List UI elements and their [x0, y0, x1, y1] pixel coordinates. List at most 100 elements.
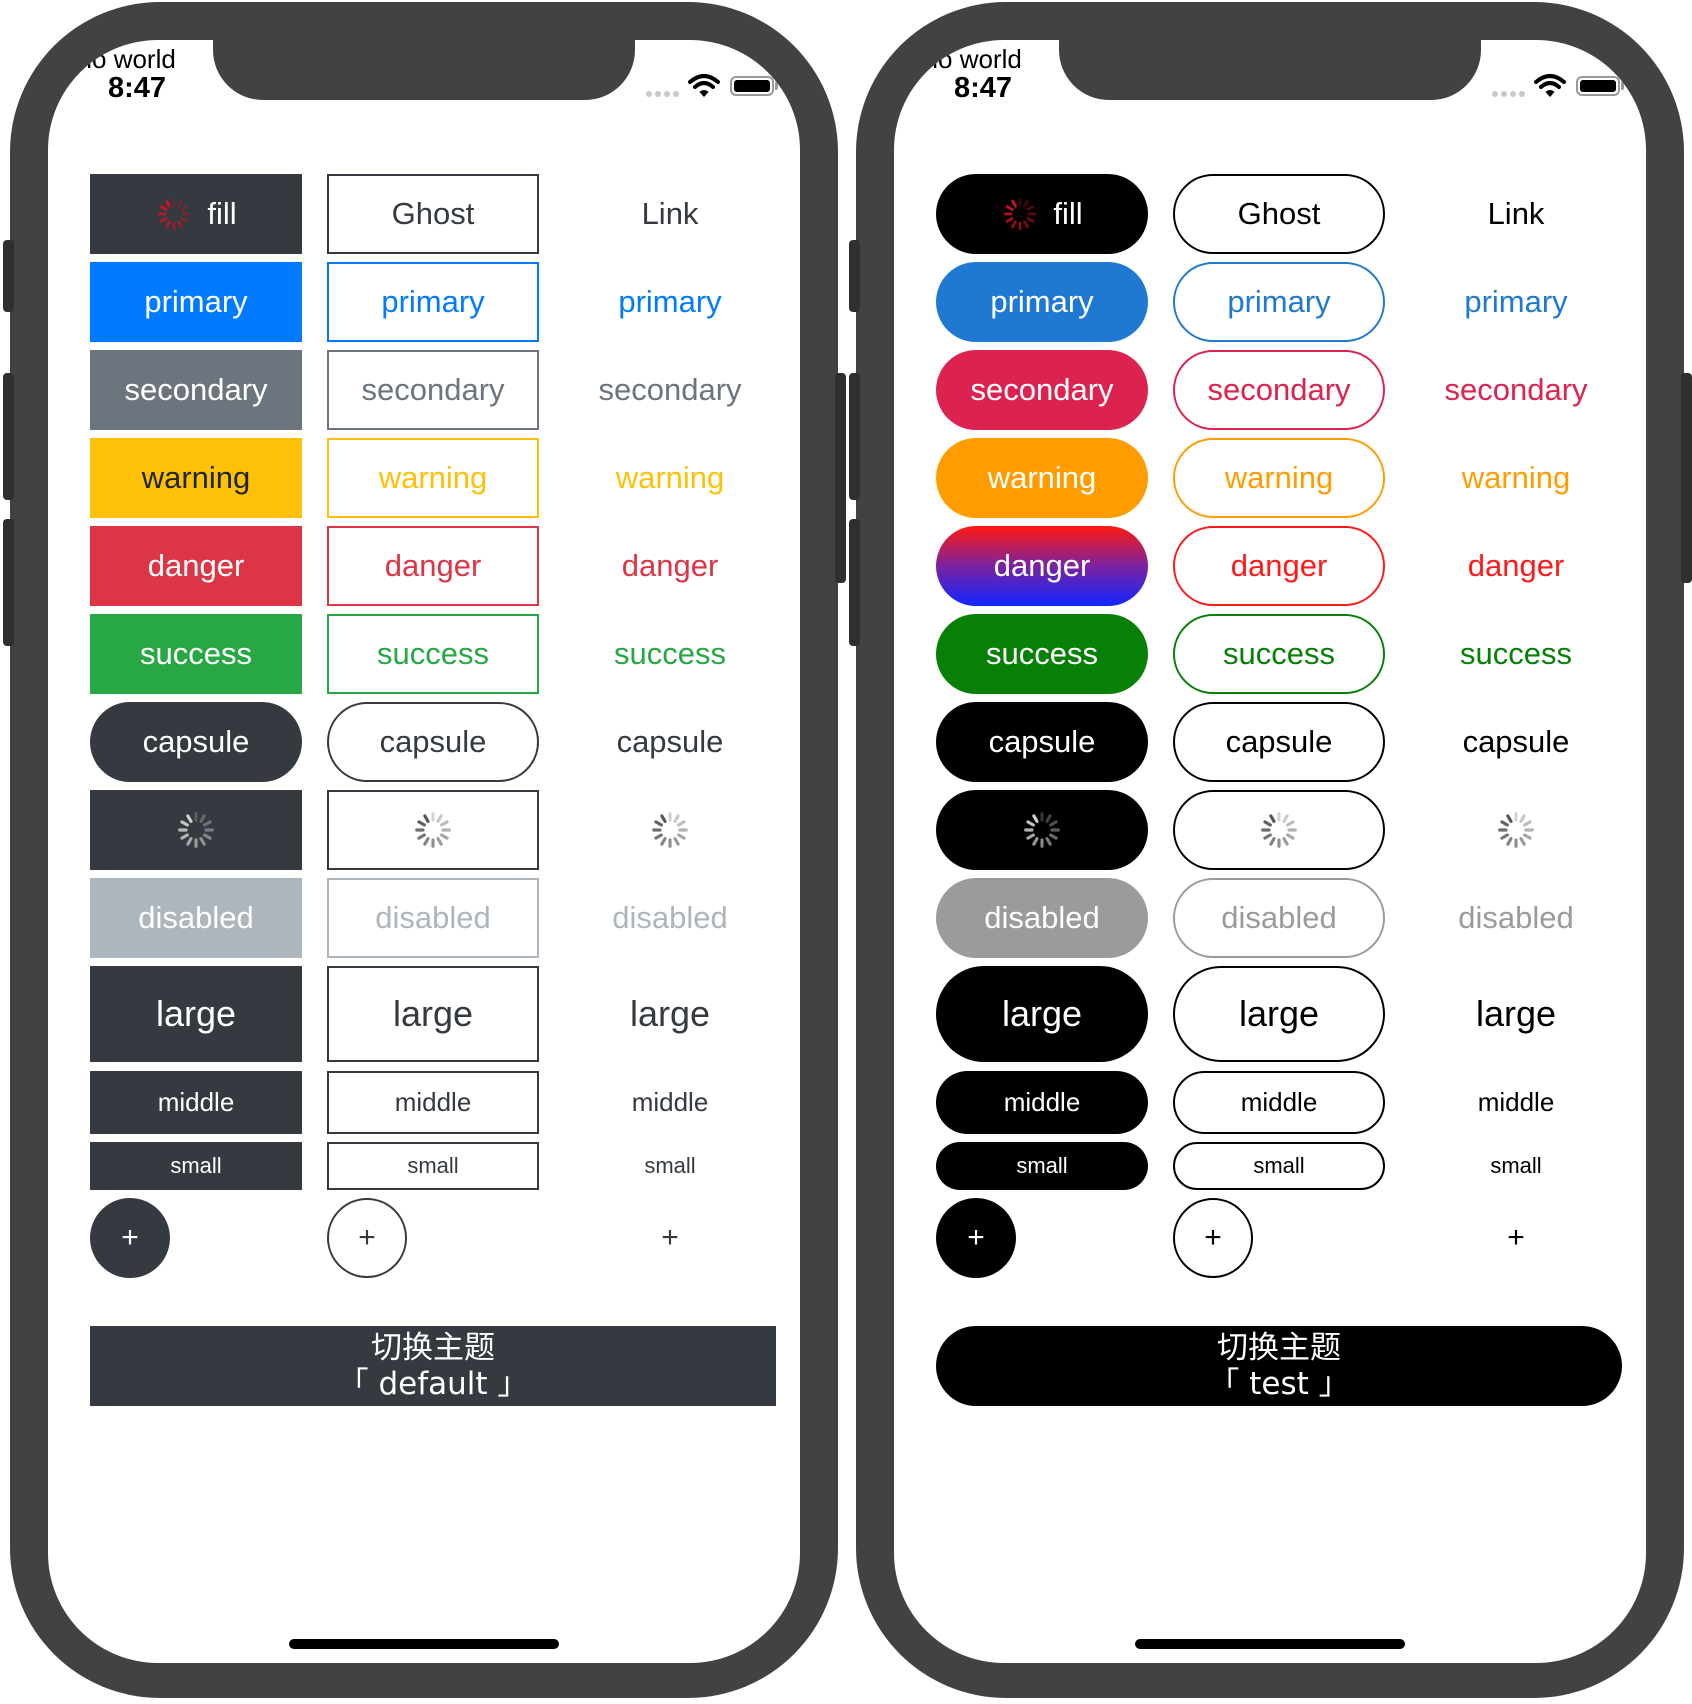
link-secondary-button[interactable]: secondary [564, 350, 776, 430]
link-middle-button[interactable]: middle [564, 1071, 776, 1134]
link-fill-button[interactable]: Link [564, 174, 776, 254]
ghost-loading-button[interactable] [327, 790, 539, 870]
button-label: disabled [375, 900, 491, 935]
fill-add-button[interactable]: + [936, 1198, 1016, 1278]
button-label: disabled [138, 900, 254, 935]
button-label: capsule [988, 724, 1096, 759]
ghost-large-button[interactable]: large [327, 966, 539, 1062]
fill-capsule-button[interactable]: capsule [936, 702, 1148, 782]
fill-disabled-button[interactable]: disabled [936, 878, 1148, 958]
fill-disabled-button[interactable]: disabled [90, 878, 302, 958]
link-capsule-button[interactable]: capsule [564, 702, 776, 782]
link-danger-button[interactable]: danger [564, 526, 776, 606]
fill-warning-button[interactable]: warning [90, 438, 302, 518]
fill-fill-button[interactable]: fill [936, 174, 1148, 254]
link-disabled-button[interactable]: disabled [1410, 878, 1622, 958]
battery-tip [1621, 82, 1624, 90]
ghost-primary-button[interactable]: primary [1173, 262, 1385, 342]
link-warning-button[interactable]: warning [564, 438, 776, 518]
ghost-small-button[interactable]: small [327, 1142, 539, 1190]
home-indicator[interactable] [289, 1639, 559, 1649]
link-add-button[interactable]: + [1476, 1198, 1556, 1278]
link-small-button[interactable]: small [564, 1142, 776, 1190]
ghost-loading-button[interactable] [1173, 790, 1385, 870]
link-primary-button[interactable]: primary [1410, 262, 1622, 342]
fill-danger-button[interactable]: danger [90, 526, 302, 606]
button-label: secondary [124, 372, 268, 407]
ghost-secondary-button[interactable]: secondary [1173, 350, 1385, 430]
ghost-success-button[interactable]: success [1173, 614, 1385, 694]
link-warning-button[interactable]: warning [1410, 438, 1622, 518]
ghost-add-button[interactable]: + [327, 1198, 407, 1278]
plus-icon: + [1204, 1221, 1222, 1254]
link-primary-button[interactable]: primary [564, 262, 776, 342]
switch-theme-button[interactable]: 切换主题「 test 」 [936, 1326, 1622, 1406]
ghost-disabled-button[interactable]: disabled [1173, 878, 1385, 958]
plus-icon: + [358, 1221, 376, 1254]
fill-small-button[interactable]: small [936, 1142, 1148, 1190]
fill-primary-button[interactable]: primary [936, 262, 1148, 342]
fill-middle-button[interactable]: middle [90, 1071, 302, 1134]
ghost-warning-button[interactable]: warning [1173, 438, 1385, 518]
fill-success-button[interactable]: success [936, 614, 1148, 694]
plus-icon: + [121, 1221, 139, 1254]
ghost-small-button[interactable]: small [1173, 1142, 1385, 1190]
screen: ello world 8:47 fill Ghost Link primary primar… [894, 40, 1646, 1663]
fill-large-button[interactable]: large [90, 966, 302, 1062]
button-label: large [1001, 993, 1083, 1034]
fill-secondary-button[interactable]: secondary [90, 350, 302, 430]
button-label: Ghost [1237, 196, 1321, 231]
link-large-button[interactable]: large [564, 966, 776, 1062]
fill-danger-button[interactable]: danger [936, 526, 1148, 606]
fill-add-button[interactable]: + [90, 1198, 170, 1278]
fill-large-button[interactable]: large [936, 966, 1148, 1062]
ghost-disabled-button[interactable]: disabled [327, 878, 539, 958]
fill-success-button[interactable]: success [90, 614, 302, 694]
button-label: success [986, 636, 1098, 671]
ghost-middle-button[interactable]: middle [1173, 1071, 1385, 1134]
link-loading-button[interactable] [564, 790, 776, 870]
link-small-button[interactable]: small [1410, 1142, 1622, 1190]
ghost-fill-button[interactable]: Ghost [327, 174, 539, 254]
ghost-middle-button[interactable]: middle [327, 1071, 539, 1134]
link-danger-button[interactable]: danger [1410, 526, 1622, 606]
switch-theme-label: 切换主题 [1217, 1330, 1341, 1366]
ghost-add-button[interactable]: + [1173, 1198, 1253, 1278]
ghost-warning-button[interactable]: warning [327, 438, 539, 518]
switch-theme-button[interactable]: 切换主题「 default 」 [90, 1326, 776, 1406]
mute-switch [3, 240, 14, 312]
ghost-large-button[interactable]: large [1173, 966, 1385, 1062]
home-indicator[interactable] [1135, 1639, 1405, 1649]
fill-primary-button[interactable]: primary [90, 262, 302, 342]
ghost-capsule-button[interactable]: capsule [1173, 702, 1385, 782]
current-theme-label: 「 test 」 [1208, 1366, 1350, 1402]
ghost-danger-button[interactable]: danger [1173, 526, 1385, 606]
button-label: capsule [1225, 724, 1333, 759]
ghost-success-button[interactable]: success [327, 614, 539, 694]
spinner-icon [1261, 812, 1297, 848]
link-add-button[interactable]: + [630, 1198, 710, 1278]
fill-middle-button[interactable]: middle [936, 1071, 1148, 1134]
link-success-button[interactable]: success [1410, 614, 1622, 694]
link-success-button[interactable]: success [564, 614, 776, 694]
fill-secondary-button[interactable]: secondary [936, 350, 1148, 430]
fill-small-button[interactable]: small [90, 1142, 302, 1190]
link-disabled-button[interactable]: disabled [564, 878, 776, 958]
link-fill-button[interactable]: Link [1410, 174, 1622, 254]
fill-warning-button[interactable]: warning [936, 438, 1148, 518]
link-secondary-button[interactable]: secondary [1410, 350, 1622, 430]
link-middle-button[interactable]: middle [1410, 1071, 1622, 1134]
fill-loading-button[interactable] [90, 790, 302, 870]
fill-loading-button[interactable] [936, 790, 1148, 870]
fill-fill-button[interactable]: fill [90, 174, 302, 254]
ghost-secondary-button[interactable]: secondary [327, 350, 539, 430]
ghost-danger-button[interactable]: danger [327, 526, 539, 606]
ghost-fill-button[interactable]: Ghost [1173, 174, 1385, 254]
link-capsule-button[interactable]: capsule [1410, 702, 1622, 782]
ghost-capsule-button[interactable]: capsule [327, 702, 539, 782]
link-loading-button[interactable] [1410, 790, 1622, 870]
link-large-button[interactable]: large [1410, 966, 1622, 1062]
ghost-primary-button[interactable]: primary [327, 262, 539, 342]
button-label: secondary [598, 372, 742, 407]
fill-capsule-button[interactable]: capsule [90, 702, 302, 782]
